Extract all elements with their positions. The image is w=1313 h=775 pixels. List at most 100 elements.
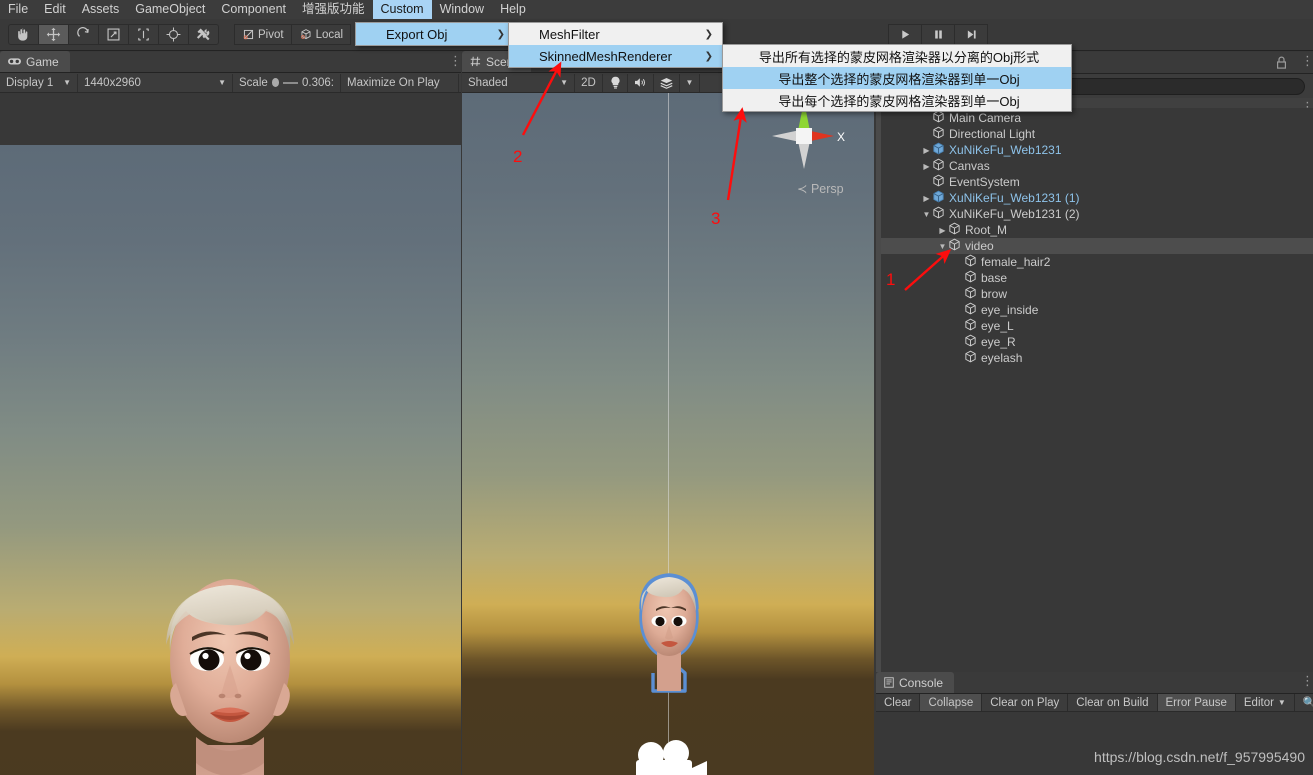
- hierarchy-item-video[interactable]: ▼ video: [881, 238, 1313, 254]
- rotate-tool-button[interactable]: [68, 24, 99, 45]
- tab-console[interactable]: Console: [876, 672, 955, 693]
- scale-slider-handle[interactable]: [271, 78, 280, 87]
- custom-tool-button[interactable]: [188, 24, 219, 45]
- scale-slider-track[interactable]: [283, 81, 299, 84]
- skinnedmeshrenderer-submenu: 导出所有选择的蒙皮网格渲染器以分离的Obj形式 导出整个选择的蒙皮网格渲染器到单…: [722, 44, 1072, 112]
- menu-item-export-whole-single-obj[interactable]: 导出整个选择的蒙皮网格渲染器到单一Obj: [723, 67, 1071, 89]
- scene-audio-toggle[interactable]: [628, 73, 654, 92]
- scene-perspective-label[interactable]: ≺ Persp: [797, 181, 844, 196]
- hierarchy-item-label: Directional Light: [949, 127, 1036, 141]
- menu-item-assets[interactable]: Assets: [74, 0, 128, 19]
- hierarchy-item-label: eye_R: [981, 335, 1016, 349]
- hierarchy-item-root-m[interactable]: ▶ Root_M: [881, 222, 1313, 238]
- disclosure-triangle-right-icon[interactable]: ▶: [921, 162, 932, 171]
- tab-game[interactable]: Game: [0, 51, 70, 72]
- menu-item-gameobject[interactable]: GameObject: [127, 0, 213, 19]
- scene-lighting-toggle[interactable]: [603, 73, 628, 92]
- scene-viewport[interactable]: X ≺ Persp: [462, 93, 874, 775]
- console-collapse-toggle[interactable]: Collapse: [920, 694, 983, 711]
- hierarchy-item-canvas[interactable]: ▶ Canvas: [881, 158, 1313, 174]
- disclosure-triangle-down-icon[interactable]: ▼: [921, 210, 932, 219]
- hierarchy-item-label: brow: [981, 287, 1008, 301]
- shading-mode-dropdown[interactable]: Shaded ▼: [462, 73, 575, 92]
- scale-value: 0.306:: [302, 76, 334, 89]
- console-clear-button[interactable]: Clear: [876, 694, 921, 711]
- console-error-pause-toggle[interactable]: Error Pause: [1157, 694, 1236, 711]
- scale-tool-button[interactable]: [98, 24, 129, 45]
- shading-label: Shaded: [468, 76, 508, 89]
- play-button[interactable]: [888, 24, 922, 45]
- console-clear-on-play-toggle[interactable]: Clear on Play: [982, 694, 1069, 711]
- console-search-field[interactable]: 🔍: [1294, 694, 1313, 711]
- menu-item-window[interactable]: Window: [432, 0, 492, 19]
- lightbulb-icon: [610, 76, 620, 89]
- gameobject-cube-icon: [964, 286, 978, 302]
- hierarchy-item-label: eyelash: [981, 351, 1023, 365]
- hierarchy-item-female-hair2[interactable]: female_hair2: [881, 254, 1313, 270]
- transform-tool-button[interactable]: [158, 24, 189, 45]
- hierarchy-item-eye-l[interactable]: eye_L: [881, 318, 1313, 334]
- menu-bar: File Edit Assets GameObject Component 增强…: [0, 0, 1313, 19]
- disclosure-triangle-down-icon[interactable]: ▼: [937, 242, 948, 251]
- disclosure-triangle-right-icon[interactable]: ▶: [921, 194, 932, 203]
- resolution-dropdown[interactable]: 1440x2960 ▼: [78, 73, 233, 92]
- console-tabbar: Console ⋮: [876, 672, 1313, 694]
- menu-item-component[interactable]: Component: [213, 0, 294, 19]
- gameobject-cube-icon: [965, 350, 976, 363]
- menu-item-file[interactable]: File: [0, 0, 36, 19]
- menu-item-enhanced-features[interactable]: 增强版功能: [294, 0, 373, 19]
- hierarchy-item-xunikefu-web1231-1[interactable]: ▶ XuNiKeFu_Web1231 (1): [881, 190, 1313, 206]
- hierarchy-item-eventsystem[interactable]: EventSystem: [881, 174, 1313, 190]
- handle-space-button[interactable]: Local: [290, 24, 352, 45]
- search-icon: 🔍: [1302, 697, 1313, 709]
- hierarchy-item-xunikefu-web1231[interactable]: ▶ XuNiKeFu_Web1231: [881, 142, 1313, 158]
- step-button[interactable]: [954, 24, 988, 45]
- toggle-2d-button[interactable]: 2D: [575, 73, 603, 92]
- console-clear-on-build-toggle[interactable]: Clear on Build: [1068, 694, 1158, 711]
- maximize-on-play-toggle[interactable]: Maximize On Play: [341, 73, 459, 92]
- gameobject-cube-icon: [933, 158, 944, 171]
- hierarchy-menu-icon[interactable]: ⋮: [1301, 54, 1313, 67]
- hierarchy-item-label: Main Camera: [949, 111, 1022, 125]
- hierarchy-item-xunikefu-web1231-2[interactable]: ▼ XuNiKeFu_Web1231 (2): [881, 206, 1313, 222]
- menu-item-meshfilter[interactable]: MeshFilter ❯: [509, 23, 722, 45]
- menu-item-export-all-separate-obj[interactable]: 导出所有选择的蒙皮网格渲染器以分离的Obj形式: [723, 45, 1071, 67]
- hierarchy-item-directional-light[interactable]: Directional Light: [881, 126, 1313, 142]
- disclosure-triangle-right-icon[interactable]: ▶: [937, 226, 948, 235]
- hierarchy-item-base[interactable]: base: [881, 270, 1313, 286]
- menu-item-export-each-single-obj[interactable]: 导出每个选择的蒙皮网格渲染器到单一Obj: [723, 89, 1071, 111]
- console-panel: Console ⋮ Clear Collapse Clear on Play C…: [876, 672, 1313, 775]
- menu-item-custom[interactable]: Custom: [372, 0, 432, 19]
- hierarchy-item-eye-r[interactable]: eye_R: [881, 334, 1313, 350]
- console-menu-icon[interactable]: ⋮: [1301, 674, 1313, 687]
- pivot-toggle-button[interactable]: Pivot: [234, 24, 292, 45]
- rect-tool-button[interactable]: [128, 24, 159, 45]
- layers-icon: [660, 77, 673, 89]
- game-viewport[interactable]: [0, 145, 461, 775]
- hand-tool-button[interactable]: [8, 24, 39, 45]
- gameobject-cube-icon: [964, 270, 978, 286]
- console-editor-dropdown[interactable]: Editor ▼: [1235, 694, 1295, 711]
- gameobject-cube-icon: [964, 318, 978, 334]
- menu-item-skinnedmeshrenderer[interactable]: SkinnedMeshRenderer ❯: [509, 45, 722, 67]
- lock-icon[interactable]: [1276, 56, 1287, 74]
- hierarchy-item-main-camera[interactable]: Main Camera: [881, 110, 1313, 126]
- menu-item-export-obj[interactable]: Export Obj ❯: [356, 23, 514, 45]
- console-log-area[interactable]: https://blog.csdn.net/f_957995490: [876, 712, 1313, 775]
- display-dropdown[interactable]: Display 1 ▼: [0, 73, 78, 92]
- pause-button[interactable]: [921, 24, 955, 45]
- scale-slider-group[interactable]: Scale 0.306:: [233, 73, 341, 92]
- hierarchy-item-brow[interactable]: brow: [881, 286, 1313, 302]
- hierarchy-item-eye-inside[interactable]: eye_inside: [881, 302, 1313, 318]
- scene-effects-dropdown[interactable]: ▼: [680, 73, 700, 92]
- resolution-label: 1440x2960: [84, 76, 141, 89]
- hierarchy-item-eyelash[interactable]: eyelash: [881, 350, 1313, 366]
- disclosure-triangle-right-icon[interactable]: ▶: [921, 146, 932, 155]
- menu-item-edit[interactable]: Edit: [36, 0, 74, 19]
- hierarchy-item-label: Root_M: [965, 223, 1008, 237]
- game-view-menu-icon[interactable]: ⋮: [449, 54, 462, 67]
- chevron-down-icon: ▼: [685, 78, 694, 87]
- scene-effects-toggle[interactable]: [654, 73, 680, 92]
- menu-item-help[interactable]: Help: [492, 0, 534, 19]
- move-tool-button[interactable]: [38, 24, 69, 45]
